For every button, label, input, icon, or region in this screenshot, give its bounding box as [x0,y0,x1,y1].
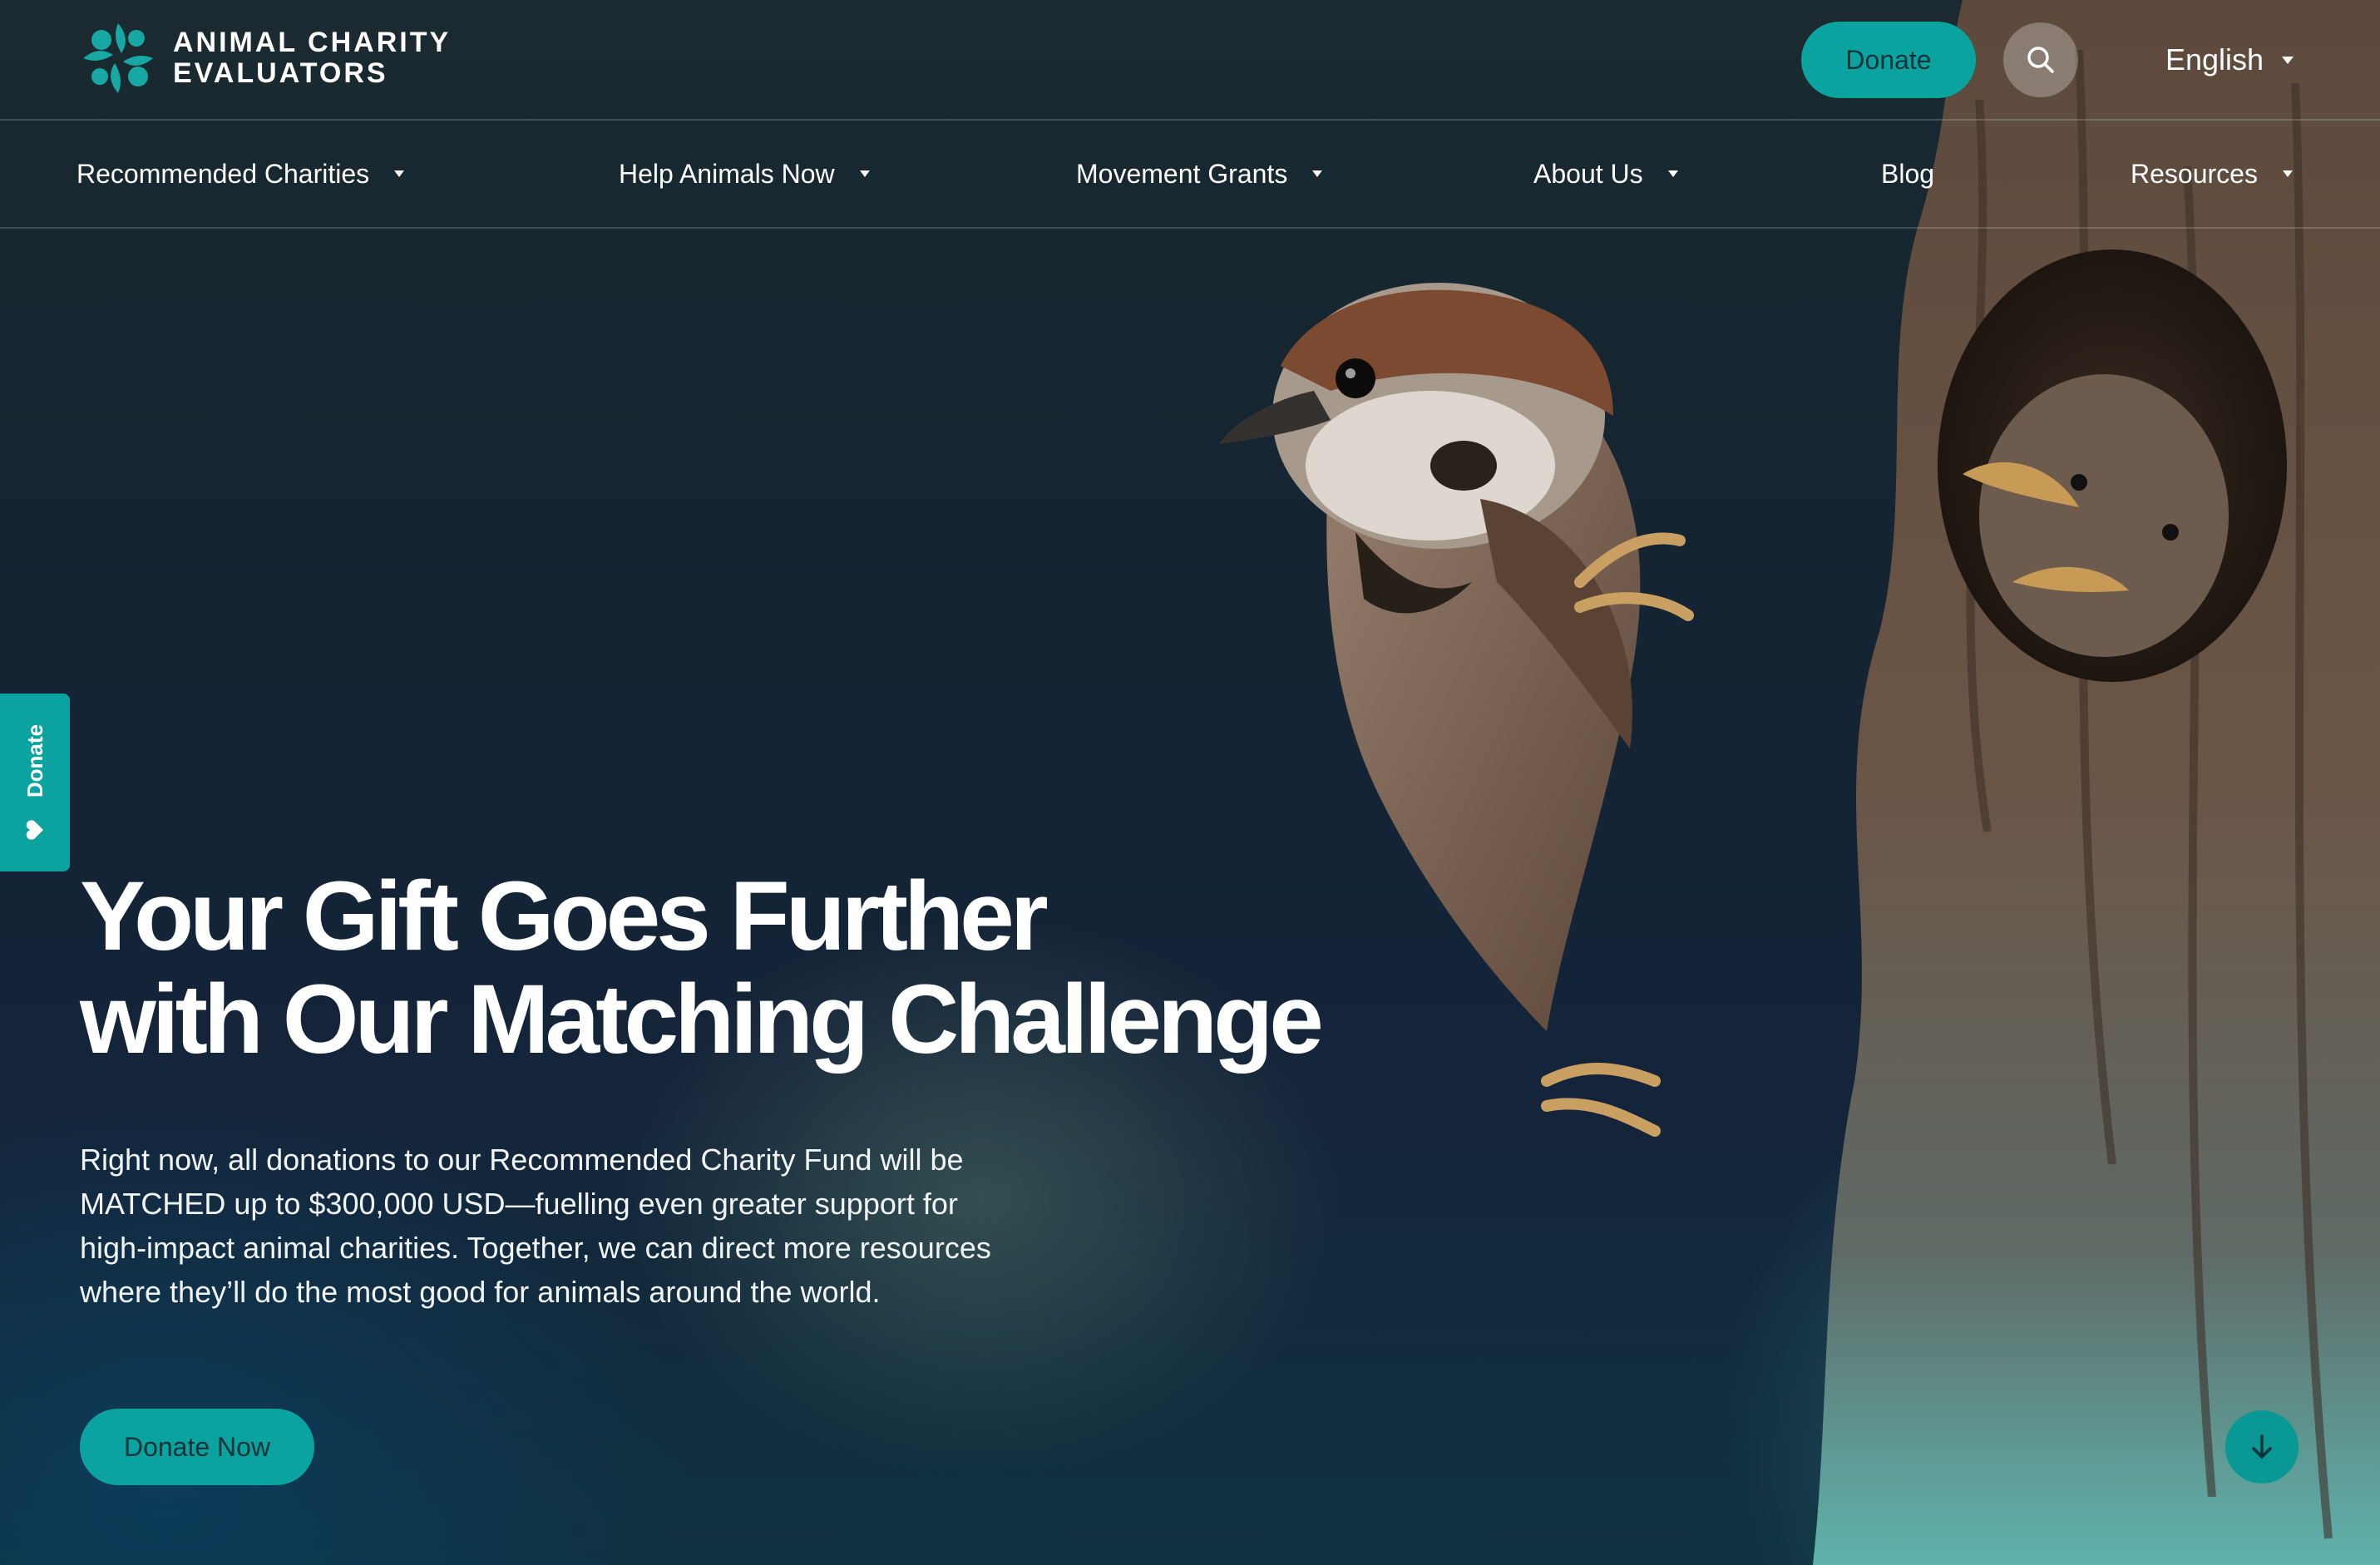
arrow-down-icon [2252,1434,2272,1459]
nav-item-blog[interactable]: Blog [1881,121,1934,227]
hero-headline-line1: Your Gift Goes Further [80,861,1049,971]
logo-line2: EVALUATORS [173,57,388,89]
main-nav: Recommended Charities Help Animals Now M… [0,121,2380,229]
heart-icon [26,820,43,840]
donate-now-button[interactable]: Donate Now [80,1409,314,1485]
search-button[interactable] [2003,22,2078,97]
scroll-down-button[interactable] [2225,1410,2299,1484]
header-donate-button[interactable]: Donate [1801,22,1976,98]
nav-item-label: Movement Grants [1076,158,1288,189]
nav-item-label: About Us [1533,158,1643,189]
chevron-down-icon [2282,56,2294,64]
language-label: English [2165,42,2264,77]
search-icon [2027,47,2054,73]
ace-logo-icon [83,23,153,93]
top-bar: ANIMAL CHARITY EVALUATORS Donate English [0,0,2380,121]
nav-item-movement-grants[interactable]: Movement Grants [1076,121,1323,227]
hero-intro: Right now, all donations to our Recommen… [80,1143,991,1309]
hero-image-sparrows [1081,0,2380,1565]
nav-item-label: Blog [1881,158,1935,189]
nav-item-help-animals-now[interactable]: Help Animals Now [619,121,870,227]
chevron-down-icon [1312,170,1323,177]
nav-item-label: Help Animals Now [619,158,835,189]
nav-item-label: Recommended Charities [77,158,370,189]
logo-line1: ANIMAL CHARITY [173,27,452,58]
nav-item-label: Resources [2131,158,2258,189]
chevron-down-icon [859,170,870,177]
hero-headline-line2: with Our Matching Challenge [80,965,1324,1074]
hero-headline: Your Gift Goes Further with Our Matching… [80,865,1410,1071]
chevron-down-icon [2282,170,2293,177]
logo-text: ANIMAL CHARITY EVALUATORS [173,27,451,89]
logo[interactable]: ANIMAL CHARITY EVALUATORS [78,18,451,98]
nav-item-about-us[interactable]: About Us [1533,121,1678,227]
chevron-down-icon [1667,170,1678,177]
chevron-down-icon [394,170,405,177]
language-selector[interactable]: English [2165,35,2294,85]
side-donate-label: Donate [22,723,47,798]
nav-item-recommended-charities[interactable]: Recommended Charities [77,121,405,227]
nav-item-resources[interactable]: Resources [2131,121,2293,227]
side-donate-tab[interactable]: Donate [0,694,70,871]
